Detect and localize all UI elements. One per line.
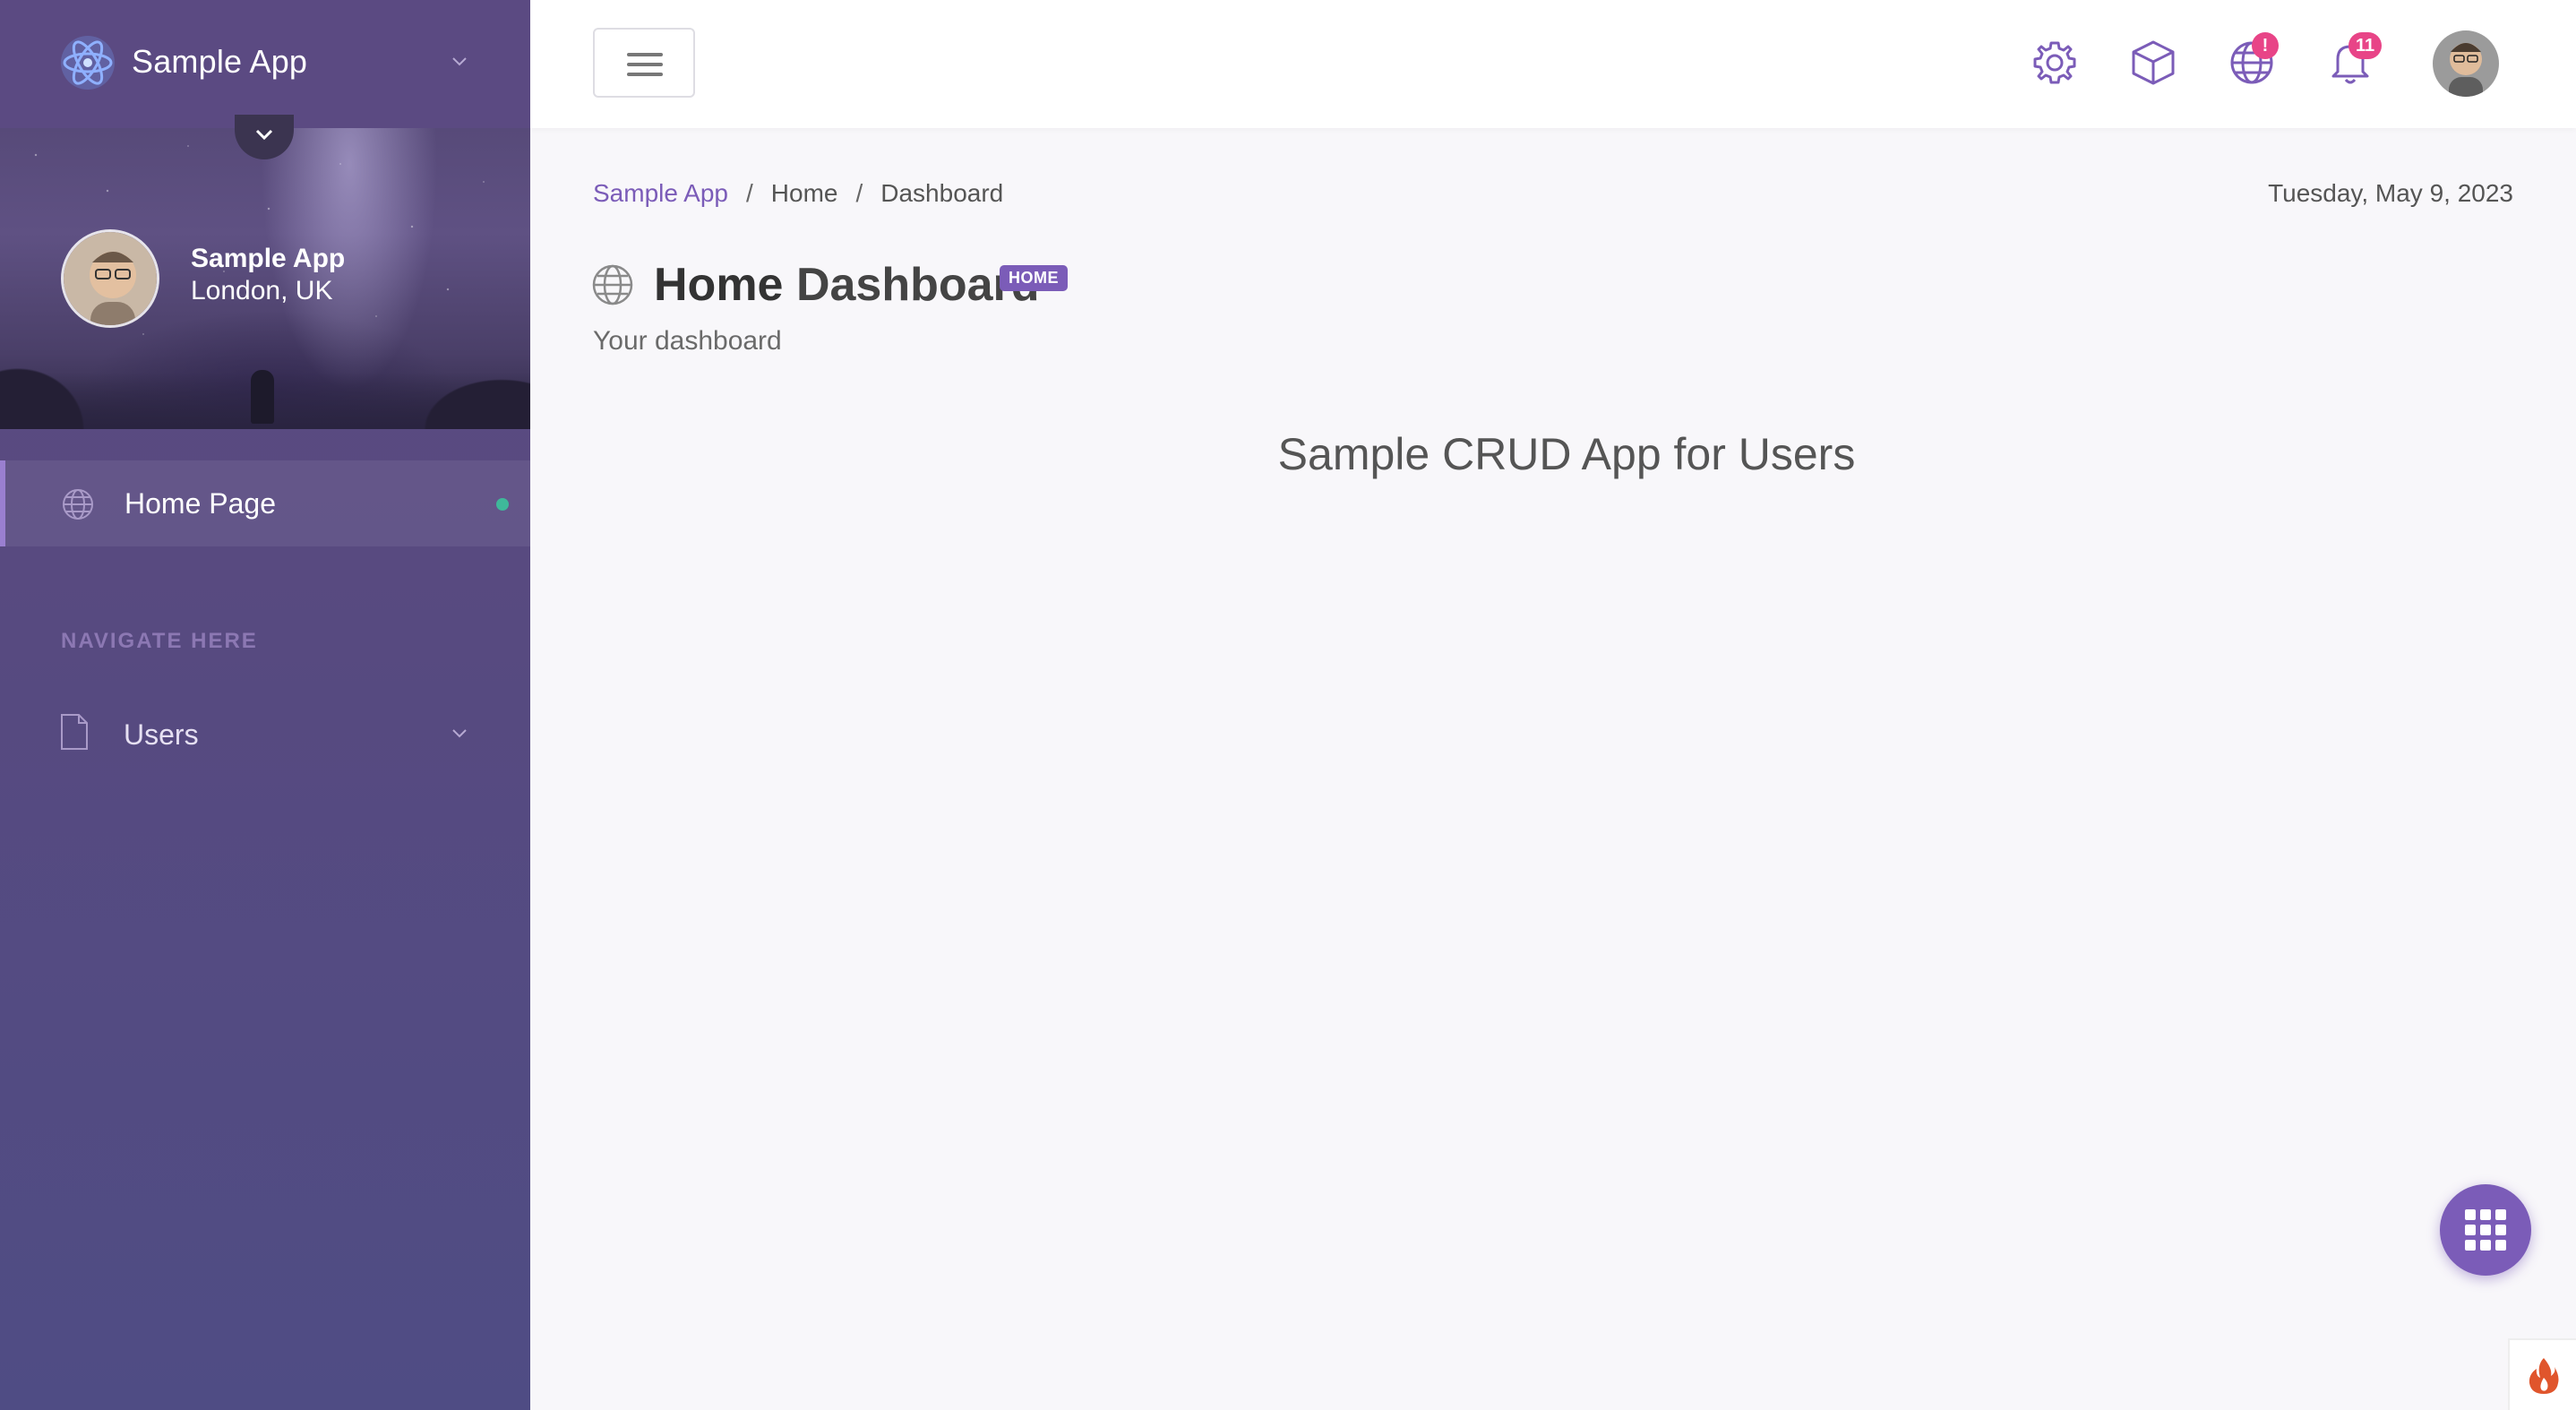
sidebar-item-label: Home Page bbox=[125, 487, 276, 520]
breadcrumb-home[interactable]: Home bbox=[771, 179, 838, 208]
top-header: ! 11 bbox=[530, 0, 2576, 128]
brand-name: Sample App bbox=[132, 43, 308, 80]
page-badge: HOME bbox=[1000, 265, 1068, 291]
hamburger-line bbox=[627, 53, 663, 56]
breadcrumb-separator: / bbox=[746, 179, 753, 207]
sidebar-section-title: NAVIGATE HERE bbox=[61, 629, 258, 653]
sidebar-avatar[interactable] bbox=[61, 229, 159, 328]
chevron-down-icon bbox=[452, 729, 467, 738]
bell-notification-badge: 11 bbox=[2348, 32, 2383, 59]
sidebar: Sample App Sample App London, UK Home Pa… bbox=[0, 0, 530, 1410]
breadcrumb-app-link[interactable]: Sample App bbox=[593, 179, 728, 208]
atom-logo-icon bbox=[61, 36, 115, 90]
sidebar-brand[interactable]: Sample App bbox=[0, 0, 530, 128]
globe-icon bbox=[592, 264, 633, 305]
globe-notification-badge: ! bbox=[2252, 32, 2279, 59]
grid-icon bbox=[2465, 1209, 2506, 1251]
page-subtitle: Your dashboard bbox=[593, 326, 782, 356]
sidebar-item-users[interactable]: Users bbox=[0, 692, 530, 778]
gear-icon[interactable] bbox=[2030, 38, 2080, 88]
hamburger-line bbox=[627, 63, 663, 66]
box-icon[interactable] bbox=[2128, 38, 2178, 88]
profile-name: Sample App bbox=[191, 244, 346, 273]
page-title: Home Dashboard bbox=[654, 258, 1040, 312]
document-icon bbox=[61, 714, 88, 750]
avatar-image bbox=[2433, 30, 2499, 97]
breadcrumb-separator: / bbox=[855, 179, 863, 207]
hero-heading: Sample CRUD App for Users bbox=[1277, 429, 1856, 479]
hero-heading-container: Sample CRUD App for Users bbox=[530, 428, 2576, 480]
sidebar-item-label: Users bbox=[124, 718, 199, 751]
user-avatar[interactable] bbox=[2433, 30, 2499, 97]
menu-toggle-button[interactable] bbox=[593, 28, 695, 98]
breadcrumb-current: Dashboard bbox=[880, 179, 1004, 207]
person-silhouette bbox=[251, 370, 274, 424]
active-indicator-dot bbox=[496, 498, 509, 511]
sidebar-item-home[interactable]: Home Page bbox=[0, 460, 530, 546]
apps-grid-button[interactable] bbox=[2440, 1184, 2531, 1276]
chevron-down-icon[interactable] bbox=[448, 50, 471, 73]
flame-icon bbox=[2529, 1358, 2559, 1394]
breadcrumb: Sample App / Home / Dashboard bbox=[593, 179, 1003, 208]
chevron-down-icon bbox=[255, 129, 273, 141]
page-title-bold: Home bbox=[654, 259, 784, 311]
hamburger-line bbox=[627, 73, 663, 76]
globe-icon bbox=[63, 489, 93, 520]
flame-widget[interactable] bbox=[2508, 1338, 2576, 1410]
current-date: Tuesday, May 9, 2023 bbox=[2268, 179, 2513, 207]
profile-location: London, UK bbox=[191, 276, 333, 305]
